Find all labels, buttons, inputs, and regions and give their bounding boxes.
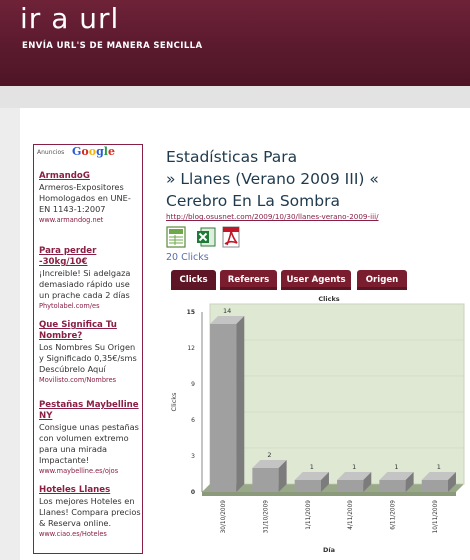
x-tick-label: 4/11/2009 [348, 500, 354, 530]
x-tick-label: 30/10/2009 [221, 500, 227, 534]
bar [210, 324, 237, 492]
chart-title: Clicks [318, 295, 339, 303]
title-line: Cerebro En La Sombra [166, 192, 340, 210]
x-tick-label: 10/11/2009 [433, 500, 439, 534]
ads-label[interactable]: Anuncios [37, 149, 64, 156]
tab-referers[interactable]: Referers [220, 270, 277, 290]
ad-title[interactable]: Hoteles Llanes [39, 485, 141, 496]
tab-clicks[interactable]: Clicks [171, 270, 216, 290]
site-tagline: ENVÍA URL'S DE MANERA SENCILLA [22, 41, 203, 51]
google-logo-icon[interactable]: Google [72, 145, 115, 158]
ad-url[interactable]: www.armandog.net [39, 215, 141, 225]
bar [252, 468, 279, 492]
ads-header: Anuncios Google [34, 145, 142, 161]
y-tick-label: 6 [191, 417, 195, 424]
data-label: 1 [437, 463, 441, 471]
ad-url[interactable]: www.maybelline.es/ojos [39, 466, 141, 476]
ad-item[interactable]: ArmandoG Armeros-Expositores Homologados… [39, 171, 141, 225]
ad-title[interactable]: ArmandoG [39, 171, 141, 182]
ad-item[interactable]: Que Significa Tu Nombre? Los Nombres Su … [39, 320, 141, 385]
data-label: 1 [394, 463, 398, 471]
ad-url[interactable]: Movilisto.com/Nombres [39, 375, 141, 385]
ad-description: Los mejores Hoteles en Llanes! Compara p… [39, 496, 141, 528]
y-tick-label: 9 [191, 381, 195, 388]
y-tick-label: 3 [191, 453, 195, 460]
ad-description: Armeros-Expositores Homologados en UNE-E… [39, 182, 131, 214]
ad-title[interactable]: Para perder -30kg/10€ [39, 246, 141, 268]
ad-description: Los Nombres Su Origen y Significado 0,35… [39, 342, 137, 374]
title-line: Estadísticas Para [166, 148, 298, 166]
site-logo[interactable]: ir a url [20, 2, 119, 35]
excel-icon[interactable] [196, 226, 216, 248]
chart-back-wall [209, 303, 465, 485]
tab-origen[interactable]: Origen [357, 270, 407, 290]
y-tick-label: 0 [191, 489, 195, 496]
data-label: 1 [352, 463, 356, 471]
ad-item[interactable]: Hoteles Llanes Los mejores Hoteles en Ll… [39, 485, 141, 539]
bar [294, 480, 321, 492]
target-url-link[interactable]: http://blog.osusnet.com/2009/10/30/llane… [166, 212, 379, 221]
page-title: Estadísticas Para » Llanes (Verano 2009 … [166, 146, 466, 212]
data-label: 1 [310, 463, 314, 471]
ad-item[interactable]: Para perder -30kg/10€ ¡Increible! Si ade… [39, 246, 141, 311]
ad-description: Consigue unas pestañas con volumen extre… [39, 422, 139, 465]
site-header: ir a url ENVÍA URL'S DE MANERA SENCILLA [0, 0, 470, 86]
ad-title[interactable]: Que Significa Tu Nombre? [39, 320, 141, 342]
chart-panel: Clicks 0 3 6 9 12 15 Clicks 14 30/10/2009 2 31/10/2… [166, 292, 466, 556]
header-band [0, 86, 470, 108]
ad-description: ¡Increible! Si adelgaza demasiado rápido… [39, 268, 131, 300]
clicks-bar-chart: Clicks 0 3 6 9 12 15 Clicks 14 30/10/2009 2 31/10/2… [170, 295, 465, 554]
ad-item[interactable]: Pestañas Maybelline NY Consigue unas pes… [39, 400, 141, 476]
x-axis-label: Día [323, 546, 335, 554]
x-tick-label: 1/11/2009 [306, 500, 312, 530]
y-tick-label: 12 [187, 345, 195, 352]
ads-sidebar: Anuncios Google ArmandoG Armeros-Exposit… [33, 144, 143, 554]
ad-url[interactable]: www.ciao.es/Hoteles [39, 529, 141, 539]
bar [421, 480, 448, 492]
title-line: » Llanes (Verano 2009 III) « [166, 170, 379, 188]
chart-floor-edge [202, 492, 456, 496]
data-label: 2 [267, 451, 271, 459]
x-tick-label: 31/10/2009 [264, 500, 270, 534]
tab-user-agents[interactable]: User Agents [281, 270, 351, 290]
bar [337, 480, 364, 492]
bar-side [236, 316, 245, 492]
x-tick-label: 6/11/2009 [391, 500, 397, 530]
ad-title[interactable]: Pestañas Maybelline NY [39, 400, 141, 422]
ad-url[interactable]: Phytolabel.com/es [39, 301, 141, 311]
clicks-count: 20 Clicks [166, 252, 209, 263]
y-axis-label: Clicks [170, 392, 178, 411]
pdf-icon[interactable] [221, 226, 241, 248]
spreadsheet-icon[interactable] [166, 226, 186, 248]
bar [379, 480, 406, 492]
data-label: 14 [223, 307, 231, 315]
y-tick-label: 15 [187, 309, 195, 316]
